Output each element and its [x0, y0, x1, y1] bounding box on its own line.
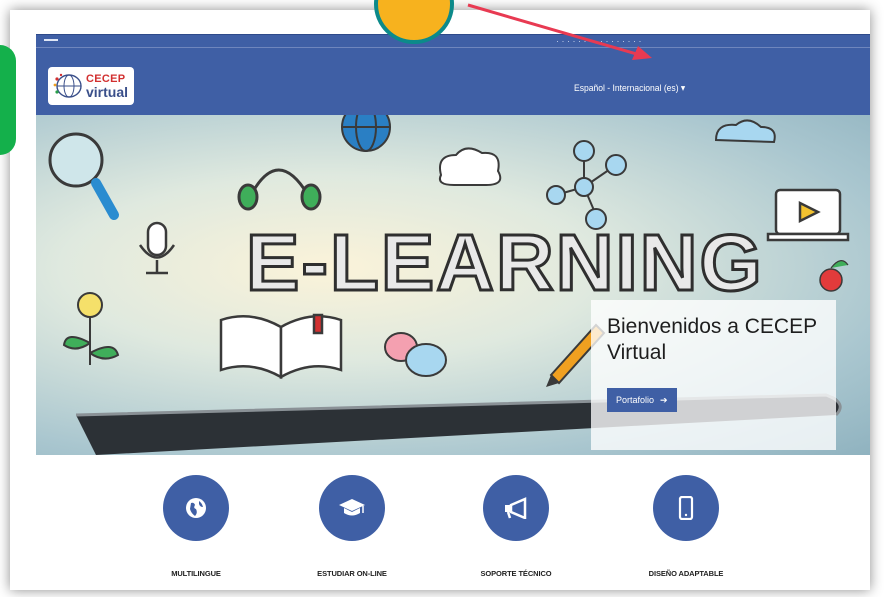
feature-circle	[163, 475, 229, 541]
caret-down-icon: ▾	[680, 83, 686, 94]
portfolio-button-label: Portafolio	[616, 395, 655, 405]
feature-label: DISEÑO ADAPTABLE	[648, 569, 724, 578]
hero-banner: E-LEARNING Bienvenidos a CECEP Virtual P…	[36, 115, 870, 455]
logo-text-cecep: CECEP	[86, 72, 126, 85]
globe-icon	[186, 498, 206, 518]
cecep-logo[interactable]: CECEP virtual	[48, 67, 134, 105]
hero-headline: E-LEARNING	[246, 218, 764, 307]
logo-text-virtual: virtual	[86, 83, 129, 100]
cloud-icon	[438, 147, 502, 186]
feature-circle	[319, 475, 385, 541]
microphone-icon	[138, 221, 176, 275]
feature-circle	[653, 475, 719, 541]
world-icon	[341, 115, 391, 152]
top-hint-text: · · · · · · · · · · · · · · · ·	[556, 36, 642, 46]
menu-icon[interactable]	[44, 39, 58, 41]
green-side-tab	[0, 45, 16, 155]
welcome-box: Bienvenidos a CECEP Virtual Portafolio ➔	[591, 300, 836, 450]
portfolio-button[interactable]: Portafolio ➔	[607, 388, 677, 412]
feature-soporte-tecnico[interactable]: SOPORTE TÉCNICO	[456, 475, 576, 578]
laptop-icon	[766, 188, 850, 242]
arrow-right-icon: ➔	[660, 394, 668, 405]
feature-circle	[483, 475, 549, 541]
headphones-icon	[237, 168, 322, 211]
chat-bubbles-icon	[384, 332, 447, 377]
welcome-title: Bienvenidos a CECEP Virtual	[607, 315, 817, 365]
language-selector[interactable]: Español - Internacional (es) ▾	[574, 83, 685, 94]
top-navbar: · · · · · · · · · · · · · · · · CECEP vi…	[36, 34, 870, 116]
network-icon	[546, 140, 627, 230]
magnifier-icon	[48, 132, 119, 220]
open-book-icon	[219, 313, 343, 380]
navbar-divider	[36, 47, 870, 48]
browser-page: · · · · · · · · · · · · · · · · CECEP vi…	[10, 10, 870, 590]
graduation-cap-icon	[339, 499, 365, 516]
feature-estudiar-online[interactable]: ESTUDIAR ON-LINE	[292, 475, 412, 578]
apple-icon	[819, 260, 849, 292]
language-label: Español - Internacional (es)	[574, 83, 679, 94]
feature-label: SOPORTE TÉCNICO	[480, 569, 552, 578]
features-section: MULTILINGUE ESTUDIAR ON-LINE SOPORTE TÉC…	[10, 455, 870, 590]
small-cloud-icon	[714, 119, 776, 144]
lightbulb-icon	[62, 292, 120, 365]
feature-label: ESTUDIAR ON-LINE	[317, 569, 387, 578]
feature-label: MULTILINGUE	[171, 569, 221, 578]
feature-diseno-adaptable[interactable]: DISEÑO ADAPTABLE	[626, 475, 746, 578]
megaphone-icon	[505, 497, 527, 519]
globe-logo-icon	[53, 73, 82, 98]
feature-multilingue[interactable]: MULTILINGUE	[136, 475, 256, 578]
mobile-phone-icon	[678, 496, 694, 520]
